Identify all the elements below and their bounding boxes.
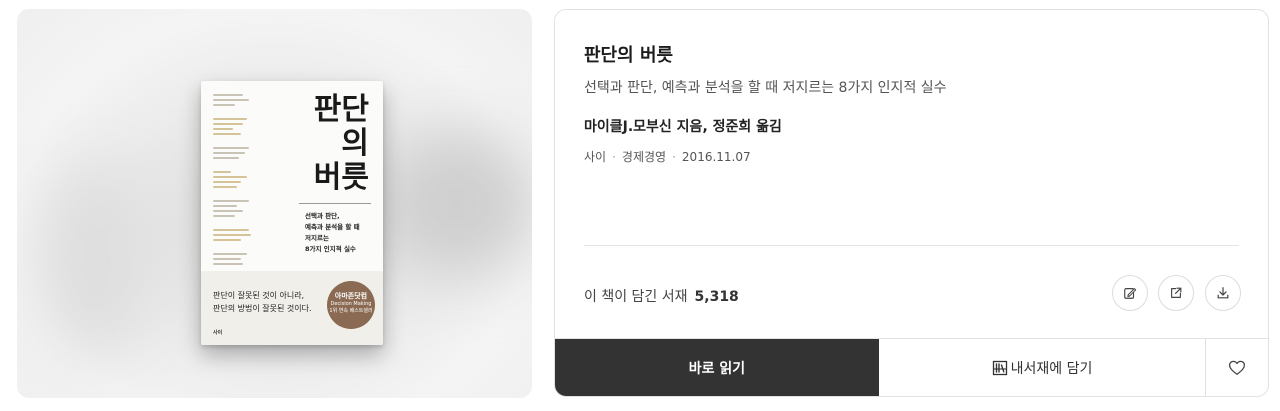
download-icon: [1217, 287, 1229, 299]
library-icon: [992, 360, 1007, 375]
add-to-shelf-label: 내서재에 담기: [1010, 360, 1093, 377]
cover-rule: [299, 203, 371, 204]
book-category[interactable]: 경제경영: [622, 148, 666, 165]
meta-separator: ·: [612, 149, 616, 164]
cover-subtitle: 선택과 판단, 예측과 분석을 할 때 저지르는 8가지 인지적 실수: [305, 212, 360, 253]
edit-icon: [1124, 288, 1137, 299]
cover-badge-title: 아마존닷컴: [334, 292, 368, 300]
book-cover[interactable]: 판단 의 버릇 선택과 판단, 예측과 분석을 할 때 저지르는 8가지 인지적…: [201, 81, 383, 345]
shelf-count-label: 이 책이 담긴 서재: [584, 289, 688, 305]
book-title: 판단의 버릇: [584, 45, 674, 66]
cover-title: 판단 의 버릇: [313, 92, 369, 195]
book-meta: 사이 · 경제경영 · 2016.11.07: [584, 148, 751, 165]
book-info-panel: 판단의 버릇 선택과 판단, 예측과 분석을 할 때 저지르는 8가지 인지적 …: [554, 9, 1269, 397]
cover-badge-line1: Decision Making: [330, 301, 372, 307]
cover-panel: 판단 의 버릇 선택과 판단, 예측과 분석을 할 때 저지르는 8가지 인지적…: [17, 9, 532, 398]
book-subtitle: 선택과 판단, 예측과 분석을 할 때 저지르는 8가지 인지적 실수: [584, 80, 947, 96]
review-button[interactable]: [1112, 275, 1148, 311]
cover-quote: 판단이 잘못된 것이 아니라, 판단의 방법이 잘못된 것이다.: [213, 291, 312, 313]
share-icon: [1171, 287, 1182, 298]
divider: [584, 245, 1239, 246]
action-bar: 바로 읽기 내서재에 담기: [555, 338, 1268, 396]
read-now-button[interactable]: 바로 읽기: [555, 339, 879, 396]
cover-side-text: [213, 91, 255, 268]
heart-icon: [1228, 360, 1246, 375]
add-to-shelf-button[interactable]: 내서재에 담기: [879, 339, 1206, 396]
book-authors[interactable]: 마이클J.모부신 지음, 정준희 옮김: [584, 116, 782, 136]
like-button[interactable]: [1206, 339, 1268, 396]
cover-badge-line2: 1위 연속 베스트셀러: [329, 308, 373, 314]
cover-badge: 아마존닷컴 Decision Making 1위 연속 베스트셀러: [327, 281, 375, 329]
cover-publisher: 사이: [213, 330, 223, 336]
book-publisher[interactable]: 사이: [584, 148, 606, 165]
background-blur: [37, 159, 157, 359]
shelf-count: 5,318: [694, 289, 739, 305]
shelf-count-row: 이 책이 담긴 서재 5,318: [584, 286, 739, 306]
background-blur: [377, 129, 532, 279]
download-button[interactable]: [1205, 275, 1241, 311]
meta-separator: ·: [672, 149, 676, 164]
book-date: 2016.11.07: [681, 149, 751, 164]
share-button[interactable]: [1158, 275, 1194, 311]
